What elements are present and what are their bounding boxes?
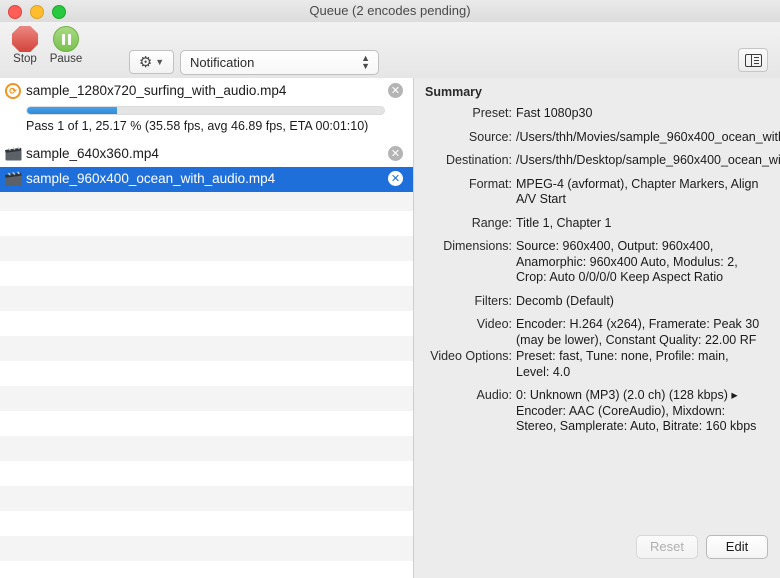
summary-row-label: Format: — [414, 177, 512, 191]
summary-row-label: Video Options: — [414, 349, 512, 363]
gear-icon: ⚙ — [139, 55, 152, 70]
details-toggle-button[interactable] — [738, 48, 768, 72]
summary-row-label: Filters: — [414, 294, 512, 308]
queue-item-name: sample_960x400_ocean_with_audio.mp4 — [26, 171, 275, 186]
pause-button-label: Pause — [45, 53, 87, 65]
summary-heading: Summary — [425, 85, 482, 99]
summary-row-label: Preset: — [414, 106, 512, 120]
summary-row-value: Encoder: H.264 (x264), Framerate: Peak 3… — [516, 317, 764, 348]
summary-row-label: Range: — [414, 216, 512, 230]
film-clapper-icon — [5, 171, 22, 188]
encode-progress-text: Pass 1 of 1, 25.17 % (35.58 fps, avg 46.… — [26, 119, 368, 133]
stop-button-label: Stop — [6, 53, 44, 65]
queue-item-encoding[interactable]: ⟳ sample_1280x720_surfing_with_audio.mp4… — [0, 78, 413, 138]
stepper-arrows-icon: ▲▼ — [361, 54, 370, 70]
summary-row-label: Video: — [414, 317, 512, 331]
sidebar-panel-icon — [745, 54, 762, 67]
when-done-select[interactable]: Notification ▲▼ — [180, 50, 379, 75]
summary-row-label: Destination: — [414, 153, 512, 167]
summary-row-label: Source: — [414, 130, 512, 144]
queue-item-pending[interactable]: sample_640x360.mp4 ✕ — [0, 142, 413, 167]
pause-button[interactable]: Pause — [45, 26, 87, 65]
window-titlebar: Queue (2 encodes pending) — [0, 0, 780, 23]
queue-item-selected[interactable]: sample_960x400_ocean_with_audio.mp4 ✕ — [0, 167, 413, 192]
stop-octagon-icon — [12, 26, 38, 52]
handbrake-queue-window: Queue (2 encodes pending) Stop Pause ⚙ ▼… — [0, 0, 780, 578]
summary-row-label: Audio: — [414, 388, 512, 402]
summary-row-value: Preset: fast, Tune: none, Profile: main,… — [516, 349, 764, 380]
summary-row-value: 0: Unknown (MP3) (2.0 ch) (128 kbps) ▸ E… — [516, 388, 764, 435]
summary-row-value: /Users/thh/Movies/sample_960x400_ocean_w… — [516, 130, 764, 146]
summary-row-value: Decomb (Default) — [516, 294, 764, 310]
queue-item-name: sample_640x360.mp4 — [26, 146, 159, 161]
summary-row-value: Fast 1080p30 — [516, 106, 764, 122]
pause-icon — [53, 26, 79, 52]
remove-queue-item-button[interactable]: ✕ — [388, 171, 403, 186]
summary-row-label: Dimensions: — [414, 239, 512, 253]
reset-button[interactable]: Reset — [636, 535, 698, 559]
remove-queue-item-button[interactable]: ✕ — [388, 83, 403, 98]
remove-queue-item-button[interactable]: ✕ — [388, 146, 403, 161]
summary-row-value: /Users/thh/Desktop/sample_960x400_ocean_… — [516, 153, 764, 169]
when-done-value: Notification — [190, 55, 254, 70]
film-clapper-icon — [5, 146, 22, 163]
summary-row-value: Source: 960x400, Output: 960x400, Anamor… — [516, 239, 764, 286]
stop-button[interactable]: Stop — [6, 26, 44, 65]
action-menu-button[interactable]: ⚙ ▼ — [129, 50, 174, 74]
toolbar: Stop Pause ⚙ ▼ Action Notification ▲▼ Wh… — [0, 22, 780, 79]
summary-row-value: MPEG-4 (avformat), Chapter Markers, Alig… — [516, 177, 764, 208]
queue-list[interactable]: ⟳ sample_1280x720_surfing_with_audio.mp4… — [0, 78, 413, 578]
edit-button[interactable]: Edit — [706, 535, 768, 559]
summary-panel: Summary Preset: Fast 1080p30 Source: /Users… — [414, 78, 780, 578]
encode-progress-fill — [27, 107, 117, 114]
summary-row-value: Title 1, Chapter 1 — [516, 216, 764, 232]
window-title: Queue (2 encodes pending) — [0, 0, 780, 22]
encode-progress-bar — [26, 106, 385, 115]
chevron-down-icon: ▼ — [155, 58, 164, 67]
queue-item-name: sample_1280x720_surfing_with_audio.mp4 — [26, 83, 286, 98]
encoding-spinner-icon: ⟳ — [5, 83, 21, 99]
